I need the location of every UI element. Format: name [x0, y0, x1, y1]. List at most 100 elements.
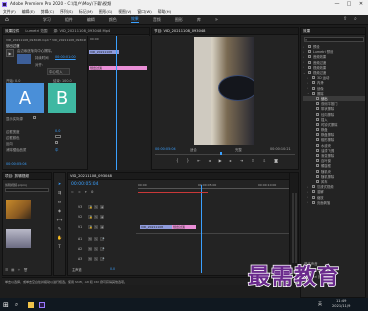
mark-in-icon[interactable]: {	[176, 158, 179, 166]
play-preview-icon[interactable]: ▶	[6, 49, 14, 57]
a2-mute-icon[interactable]: M	[88, 247, 92, 251]
snap-icon[interactable]: ⊂	[71, 190, 74, 196]
timeline-playhead[interactable]	[201, 185, 202, 273]
menu-help[interactable]: 帮助(H)	[158, 9, 171, 15]
track-select-tool-icon[interactable]: ⇶	[56, 189, 63, 196]
workspace-audio[interactable]: 音频	[153, 17, 161, 23]
workspace-graphics[interactable]: 图形	[175, 17, 183, 23]
marker-icon[interactable]: ▾	[85, 190, 87, 196]
expand-arrow-icon[interactable]: ⌄	[307, 91, 311, 95]
step-back-icon[interactable]: ◂	[209, 158, 211, 166]
taskbar-time[interactable]: 11:49	[336, 299, 346, 303]
search-icon[interactable]: ⌕	[354, 16, 357, 22]
a3-mute-icon[interactable]: M	[88, 257, 92, 261]
workspace-color[interactable]: 颜色	[109, 17, 117, 23]
menu-file[interactable]: 文件(F)	[3, 9, 16, 15]
mini-clip[interactable]: VID_20211108	[89, 50, 119, 54]
lift-icon[interactable]: ⇧	[251, 158, 254, 166]
collapse-arrow-icon[interactable]: ›	[303, 50, 307, 54]
reverse-checkbox[interactable]	[55, 141, 58, 144]
collapse-arrow-icon[interactable]: ›	[303, 55, 307, 59]
antialias-select[interactable]: 中	[55, 147, 58, 152]
timeline-clip[interactable]: VID_20211108	[140, 225, 172, 229]
workspace-editing[interactable]: 编辑	[87, 17, 95, 23]
v1-sync-icon[interactable]: ⇋	[94, 225, 98, 229]
collapse-arrow-icon[interactable]: ›	[307, 86, 311, 90]
icon-view-icon[interactable]: ▦	[11, 268, 14, 274]
program-quality-select[interactable]: 完整	[235, 147, 242, 152]
effects-search-input[interactable]	[304, 37, 364, 42]
link-icon[interactable]: ∞	[78, 190, 81, 196]
mini-transition[interactable]: 划出过渡	[89, 66, 147, 70]
timeline-transition[interactable]: 划出过渡	[172, 225, 196, 229]
export-frame-icon[interactable]: ◙	[274, 158, 278, 166]
thumb-video-2[interactable]	[6, 229, 31, 248]
a1-mic-icon[interactable]: 🎤	[100, 237, 104, 241]
menu-edit[interactable]: 编辑(E)	[22, 9, 35, 15]
v3-eye-icon[interactable]: ◉	[100, 205, 104, 209]
collapse-arrow-icon[interactable]: ›	[307, 76, 311, 80]
taskbar-date[interactable]: 2021/11/9	[332, 304, 350, 308]
ripple-edit-tool-icon[interactable]: ⇔	[56, 198, 63, 205]
workspace-more-icon[interactable]: »	[215, 17, 218, 23]
menu-markers[interactable]: 标记(M)	[79, 9, 93, 15]
alignment-select[interactable]: 中心切入	[47, 68, 70, 75]
taskbar-app-premiere-icon[interactable]	[39, 301, 46, 308]
duration-value[interactable]: 00:00:01:00	[55, 55, 76, 59]
master-value[interactable]: 0.0	[110, 267, 115, 271]
export-icon[interactable]: ⇪	[343, 16, 347, 22]
show-actual-checkbox[interactable]	[33, 116, 36, 119]
collapse-arrow-icon[interactable]: ›	[303, 45, 307, 49]
v3-sync-icon[interactable]: ⇋	[94, 205, 98, 209]
effects-tree-item[interactable]: › 页面剥落	[303, 200, 365, 205]
wrench-icon[interactable]: ⚙	[91, 190, 94, 196]
collapse-arrow-icon[interactable]: ›	[307, 190, 311, 194]
play-icon[interactable]: ▶	[219, 158, 222, 166]
close-button[interactable]: ✕	[355, 0, 367, 8]
workspace-assembly[interactable]: 组件	[65, 17, 73, 23]
a2-mic-icon[interactable]: 🎤	[100, 247, 104, 251]
home-icon[interactable]: ⌂	[5, 16, 9, 23]
selection-tool-icon[interactable]: ➤	[56, 180, 63, 187]
workspace-libraries[interactable]: 库	[197, 17, 201, 23]
a3-solo-icon[interactable]: S	[94, 257, 98, 261]
collapse-arrow-icon[interactable]: ›	[307, 200, 311, 204]
pen-tool-icon[interactable]: ✎	[56, 225, 63, 232]
tab-effect-controls[interactable]: 效果控件	[5, 29, 19, 34]
a1-solo-icon[interactable]: S	[94, 237, 98, 241]
taskbar-search-icon[interactable]: ⌕	[15, 301, 18, 309]
project-search-input[interactable]	[5, 188, 49, 192]
tab-program[interactable]: 节目: VID_20211108_093048	[154, 29, 205, 34]
expand-arrow-icon[interactable]: ⌄	[303, 71, 307, 75]
mark-out-icon[interactable]: }	[187, 158, 190, 166]
step-forward-icon[interactable]: ▸	[230, 158, 232, 166]
razor-tool-icon[interactable]: ◈	[56, 207, 63, 214]
minimize-button[interactable]: —	[331, 0, 343, 8]
a1-mute-icon[interactable]: M	[88, 237, 92, 241]
trash-icon[interactable]: 🗑	[23, 268, 27, 274]
maximize-button[interactable]: □	[343, 0, 355, 8]
type-tool-icon[interactable]: T	[56, 243, 63, 250]
menu-graphics[interactable]: 图形(G)	[99, 9, 113, 15]
windows-start-icon[interactable]: ⊞	[3, 301, 9, 309]
program-playhead[interactable]	[220, 152, 222, 155]
v2-eye-icon[interactable]: ◉	[100, 215, 104, 219]
collapse-arrow-icon[interactable]: ›	[303, 60, 307, 64]
program-scrubber[interactable]	[155, 154, 295, 155]
menu-clip[interactable]: 剪辑(C)	[41, 9, 54, 15]
collapse-arrow-icon[interactable]: ›	[307, 195, 311, 199]
go-to-in-icon[interactable]: ⇤	[197, 158, 200, 166]
v1-lock-icon[interactable]: 🔒	[88, 225, 92, 229]
collapse-arrow-icon[interactable]: ›	[307, 185, 311, 189]
taskbar-lang[interactable]: 英	[318, 301, 322, 307]
border-width-value[interactable]: 0.0	[55, 129, 60, 133]
a3-mic-icon[interactable]: 🎤	[100, 257, 104, 261]
menu-view[interactable]: 视图(V)	[118, 9, 131, 15]
tab-sequence[interactable]: VID_20211108_093048	[70, 174, 112, 178]
extract-icon[interactable]: ⇩	[263, 158, 266, 166]
new-item-icon[interactable]: +	[17, 268, 20, 274]
collapse-arrow-icon[interactable]: ›	[303, 65, 307, 69]
go-to-out-icon[interactable]: ⇥	[240, 158, 243, 166]
program-fit-select[interactable]: 适合	[190, 147, 197, 152]
menu-sequence[interactable]: 序列(S)	[60, 9, 73, 15]
